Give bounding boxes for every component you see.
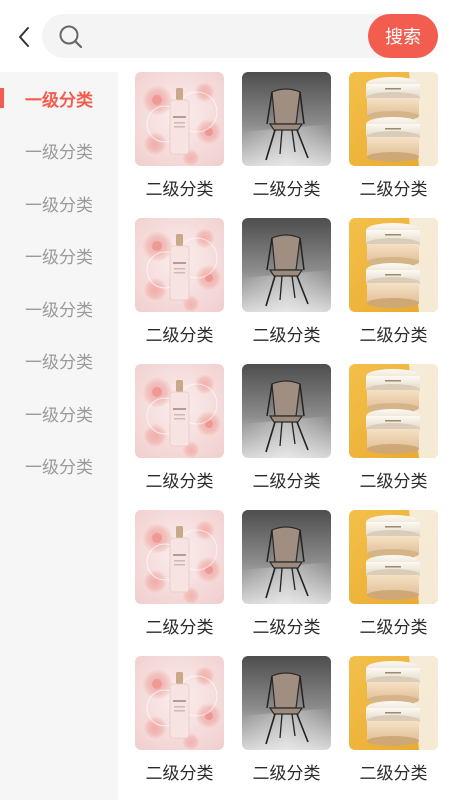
chevron-left-icon bbox=[19, 27, 29, 47]
active-indicator bbox=[0, 88, 4, 108]
chair-thumbnail bbox=[242, 72, 331, 166]
subcategory-label: 二级分类 bbox=[252, 764, 321, 784]
subcategory-tile[interactable]: 二级分类 bbox=[135, 656, 224, 786]
sidebar-item-category[interactable]: 一级分类 bbox=[0, 125, 118, 178]
subcategory-tile[interactable]: 二级分类 bbox=[349, 510, 438, 640]
subcategory-tile[interactable]: 二级分类 bbox=[242, 510, 331, 640]
subcategory-tile[interactable]: 二级分类 bbox=[135, 218, 224, 348]
subcategory-tile[interactable]: 二级分类 bbox=[349, 364, 438, 494]
sidebar-item-category[interactable]: 一级分类 bbox=[0, 177, 118, 230]
subcategory-tile[interactable]: 二级分类 bbox=[242, 656, 331, 786]
sidebar-item-category[interactable]: 一级分类 bbox=[0, 335, 118, 388]
subcategory-label: 二级分类 bbox=[145, 472, 214, 492]
sidebar-item-label: 一级分类 bbox=[25, 248, 93, 269]
subcategory-tile[interactable]: 二级分类 bbox=[349, 656, 438, 786]
sidebar-item-category[interactable]: 一级分类 bbox=[0, 230, 118, 283]
subcategory-tile[interactable]: 二级分类 bbox=[242, 72, 331, 202]
search-icon bbox=[59, 25, 83, 49]
subcategory-label: 二级分类 bbox=[145, 326, 214, 346]
back-button[interactable] bbox=[10, 22, 38, 52]
sidebar-item-category[interactable]: 一级分类 bbox=[0, 440, 118, 493]
subcategory-label: 二级分类 bbox=[359, 180, 428, 200]
perfume-roses-thumbnail bbox=[135, 656, 224, 750]
subcategory-label: 二级分类 bbox=[252, 472, 321, 492]
subcategory-label: 二级分类 bbox=[145, 764, 214, 784]
subcategory-area: 二级分类 二级分类 二级分类 二级分类 二级分类 二级分类 二级分类 二级分类 … bbox=[118, 72, 450, 800]
subcategory-label: 二级分类 bbox=[359, 472, 428, 492]
sidebar-item-category[interactable]: 一级分类 bbox=[0, 72, 118, 125]
sidebar-item-label: 一级分类 bbox=[25, 353, 93, 374]
subcategory-tile[interactable]: 二级分类 bbox=[242, 364, 331, 494]
subcategory-tile[interactable]: 二级分类 bbox=[349, 72, 438, 202]
perfume-roses-thumbnail bbox=[135, 364, 224, 458]
category-sidebar: 一级分类 一级分类 一级分类 一级分类 一级分类 一级分类 一级分类 一级分类 bbox=[0, 72, 118, 800]
subcategory-tile[interactable]: 二级分类 bbox=[135, 510, 224, 640]
header: 搜索 bbox=[0, 0, 450, 72]
sidebar-item-label: 一级分类 bbox=[25, 458, 93, 479]
sidebar-item-category[interactable]: 一级分类 bbox=[0, 387, 118, 440]
chair-thumbnail bbox=[242, 656, 331, 750]
perfume-roses-thumbnail bbox=[135, 72, 224, 166]
perfume-roses-thumbnail bbox=[135, 218, 224, 312]
cream-jars-thumbnail bbox=[349, 364, 438, 458]
search-input[interactable] bbox=[94, 20, 354, 52]
subcategory-label: 二级分类 bbox=[252, 618, 321, 638]
sidebar-item-label: 一级分类 bbox=[25, 195, 93, 216]
sidebar-item-label: 一级分类 bbox=[25, 90, 93, 111]
search-bar: 搜索 bbox=[42, 14, 438, 58]
cream-jars-thumbnail bbox=[349, 218, 438, 312]
subcategory-label: 二级分类 bbox=[359, 618, 428, 638]
sidebar-item-label: 一级分类 bbox=[25, 143, 93, 164]
search-button[interactable]: 搜索 bbox=[368, 14, 438, 58]
category-page: 搜索 一级分类 一级分类 一级分类 一级分类 一级分类 一级分类 一级分类 一级分类 bbox=[0, 0, 450, 800]
cream-jars-thumbnail bbox=[349, 510, 438, 604]
subcategory-label: 二级分类 bbox=[145, 180, 214, 200]
chair-thumbnail bbox=[242, 364, 331, 458]
chair-thumbnail bbox=[242, 218, 331, 312]
sidebar-item-label: 一级分类 bbox=[25, 300, 93, 321]
subcategory-label: 二级分类 bbox=[252, 326, 321, 346]
subcategory-label: 二级分类 bbox=[359, 764, 428, 784]
sidebar-item-category[interactable]: 一级分类 bbox=[0, 282, 118, 335]
sidebar-item-label: 一级分类 bbox=[25, 405, 93, 426]
subcategory-tile[interactable]: 二级分类 bbox=[349, 218, 438, 348]
chair-thumbnail bbox=[242, 510, 331, 604]
subcategory-label: 二级分类 bbox=[145, 618, 214, 638]
subcategory-tile[interactable]: 二级分类 bbox=[135, 72, 224, 202]
subcategory-label: 二级分类 bbox=[252, 180, 321, 200]
cream-jars-thumbnail bbox=[349, 72, 438, 166]
perfume-roses-thumbnail bbox=[135, 510, 224, 604]
subcategory-tile[interactable]: 二级分类 bbox=[242, 218, 331, 348]
subcategory-grid: 二级分类 二级分类 二级分类 二级分类 二级分类 二级分类 二级分类 二级分类 … bbox=[135, 72, 438, 786]
subcategory-tile[interactable]: 二级分类 bbox=[135, 364, 224, 494]
cream-jars-thumbnail bbox=[349, 656, 438, 750]
subcategory-label: 二级分类 bbox=[359, 326, 428, 346]
